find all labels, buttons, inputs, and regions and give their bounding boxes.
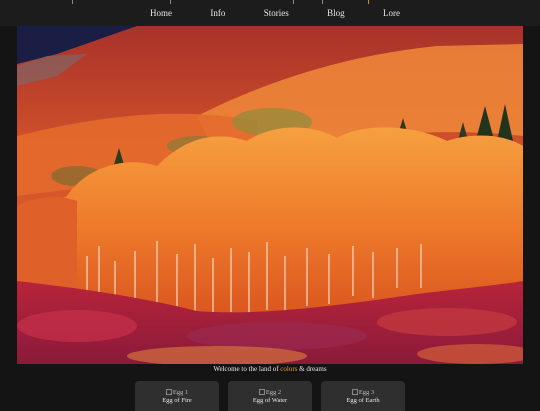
welcome-caption: Welcome to the land of colors & dreams (0, 365, 540, 373)
egg-image-placeholder: Egg 1 (135, 389, 219, 397)
broken-image-icon (258, 389, 265, 395)
caption-text-end: & dreams (297, 365, 327, 373)
nav-link-info[interactable]: Info (210, 8, 225, 18)
egg-image-alt: Egg 3 (358, 389, 375, 396)
egg-name: Egg of Earth (346, 397, 380, 404)
egg-image-placeholder: Egg 3 (321, 389, 405, 397)
nav-link-lore[interactable]: Lore (383, 8, 400, 18)
autumn-forest-illustration (17, 26, 523, 364)
hero-image (17, 26, 523, 364)
egg-card-fire[interactable]: Egg 1 Egg of Fire (135, 381, 219, 411)
egg-image-alt: Egg 2 (265, 389, 282, 396)
nav-list: Home Info Stories Blog Lore (150, 0, 400, 26)
egg-card-water[interactable]: Egg 2 Egg of Water (228, 381, 312, 411)
egg-name: Egg of Fire (162, 397, 192, 404)
egg-name: Egg of Water (252, 397, 288, 404)
egg-card-row: Egg 1 Egg of Fire Egg 2 Egg of Water Egg… (0, 381, 540, 411)
caption-text-start: Welcome to the land of (213, 365, 281, 373)
egg-image-placeholder: Egg 2 (228, 389, 312, 397)
nav-link-stories[interactable]: Stories (264, 8, 289, 18)
nav-separator (72, 0, 73, 4)
nav-link-blog[interactable]: Blog (327, 8, 345, 18)
egg-image-alt: Egg 1 (172, 389, 189, 396)
egg-card-earth[interactable]: Egg 3 Egg of Earth (321, 381, 405, 411)
broken-image-icon (351, 389, 358, 395)
top-navigation-bar: Home Info Stories Blog Lore (0, 0, 540, 26)
nav-link-home[interactable]: Home (150, 8, 172, 18)
broken-image-icon (165, 389, 172, 395)
caption-highlight: colors (280, 365, 298, 373)
